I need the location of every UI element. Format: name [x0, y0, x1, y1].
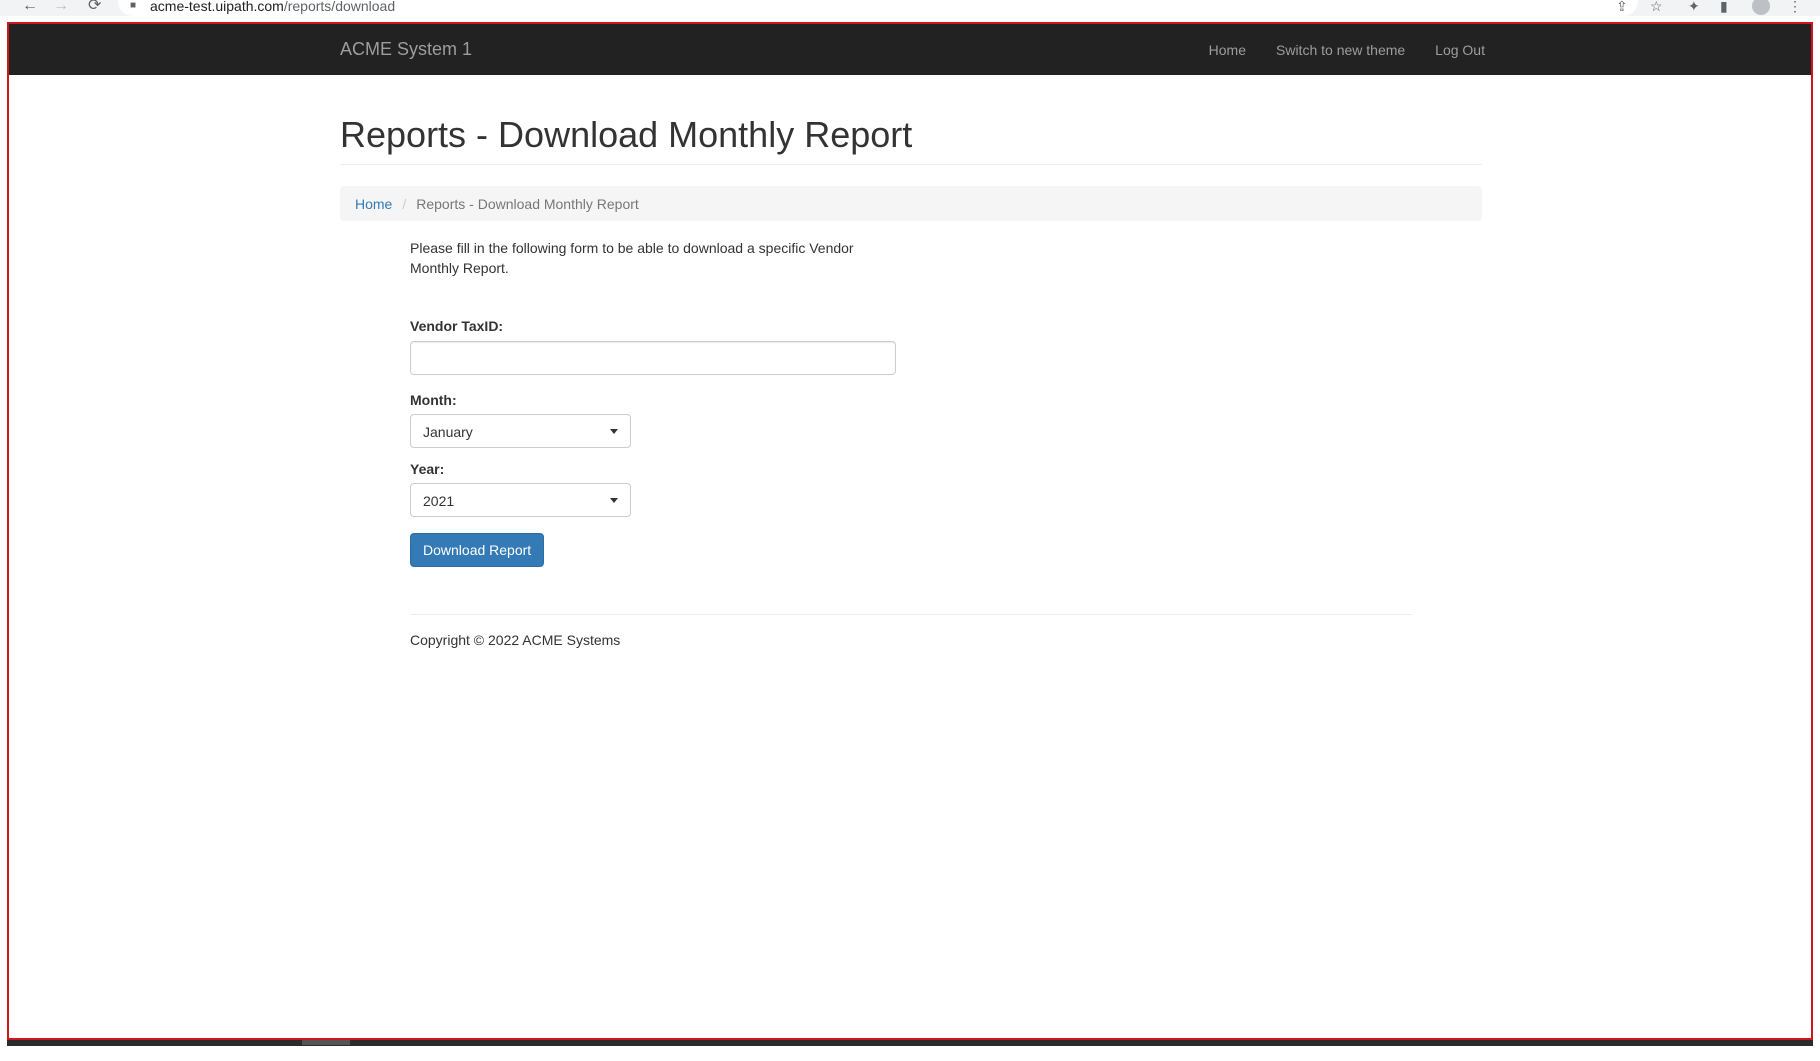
- title-divider: [340, 164, 1482, 165]
- footer-copyright: Copyright © 2022 ACME Systems: [410, 632, 621, 648]
- lock-icon: ■: [130, 0, 137, 11]
- year-label: Year:: [410, 461, 445, 477]
- download-report-button[interactable]: Download Report: [410, 533, 545, 567]
- bookmark-star-icon[interactable]: ☆: [1650, 0, 1663, 14]
- brand-logo-text[interactable]: ACME System 1: [340, 38, 472, 60]
- caret-down-icon: [610, 429, 618, 434]
- navbar-links: Home Switch to new theme Log Out: [1209, 41, 1485, 59]
- browser-toolbar: ← → ⟳ ■ acme-test.uipath.com/reports/dow…: [0, 0, 1820, 16]
- taskbar-strip: [7, 1040, 1813, 1046]
- profile-avatar-icon[interactable]: [1752, 0, 1770, 15]
- footer-divider: [410, 614, 1412, 615]
- taskbar-item[interactable]: [302, 1040, 350, 1045]
- url-path: /reports/download: [283, 0, 396, 14]
- top-navbar: ACME System 1 Home Switch to new theme L…: [9, 24, 1811, 75]
- form-intro-text: Please fill in the following form to be …: [410, 240, 854, 276]
- url-text[interactable]: acme-test.uipath.com/reports/download: [150, 0, 395, 13]
- nav-link-home[interactable]: Home: [1209, 41, 1246, 59]
- caret-down-icon: [610, 498, 618, 503]
- report-form: Please fill in the following form to be …: [410, 238, 900, 567]
- url-host: acme-test.uipath.com: [150, 0, 284, 14]
- breadcrumb: Home / Reports - Download Monthly Report: [340, 186, 1482, 221]
- extensions-icon[interactable]: ✦: [1688, 0, 1700, 14]
- vendor-taxid-label: Vendor TaxID:: [410, 318, 504, 334]
- nav-link-logout[interactable]: Log Out: [1435, 41, 1485, 59]
- breadcrumb-separator: /: [402, 195, 407, 212]
- vendor-taxid-input[interactable]: [410, 341, 896, 375]
- breadcrumb-current: Reports - Download Monthly Report: [416, 195, 639, 212]
- reload-icon[interactable]: ⟳: [88, 0, 101, 14]
- year-select[interactable]: 2021: [410, 483, 631, 517]
- page-frame: ACME System 1 Home Switch to new theme L…: [7, 22, 1813, 1040]
- month-select[interactable]: January: [410, 414, 631, 448]
- nav-link-switch-theme[interactable]: Switch to new theme: [1276, 41, 1405, 59]
- side-panel-icon[interactable]: ▮: [1720, 0, 1728, 14]
- breadcrumb-home-link[interactable]: Home: [355, 196, 392, 212]
- share-icon[interactable]: ⇪: [1616, 0, 1628, 14]
- page-title: Reports - Download Monthly Report: [340, 114, 913, 155]
- forward-arrow-icon[interactable]: →: [53, 0, 69, 14]
- year-selected-value: 2021: [423, 493, 455, 509]
- back-arrow-icon[interactable]: ←: [22, 0, 38, 14]
- browser-menu-icon[interactable]: ⋮: [1788, 0, 1802, 14]
- month-label: Month:: [410, 392, 457, 408]
- month-selected-value: January: [423, 424, 473, 440]
